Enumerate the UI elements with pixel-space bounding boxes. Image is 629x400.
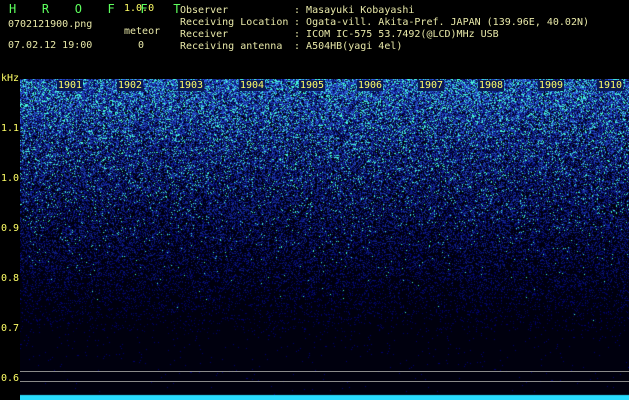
spectrogram-canvas bbox=[20, 79, 629, 400]
receiver-value: ICOM IC-575 53.7492(@LCD)MHz USB bbox=[306, 29, 499, 40]
receiver-key: Receiver bbox=[180, 29, 229, 40]
freq-label-0.8: 0.8 bbox=[1, 273, 20, 284]
reference-line-upper bbox=[20, 371, 629, 372]
meteor-count: 0 bbox=[138, 40, 145, 51]
location-value: Ogata-vill. Akita-Pref. JAPAN (139.96E, … bbox=[306, 17, 590, 28]
antenna-value: A504HB(yagi 4el) bbox=[306, 41, 403, 52]
time-label-1910: 1910 bbox=[597, 80, 624, 91]
freq-label-0.6: 0.6 bbox=[1, 373, 20, 384]
antenna-key: Receiving antenna bbox=[180, 41, 283, 52]
axis-unit: kHz bbox=[1, 73, 20, 84]
time-label-1907: 1907 bbox=[418, 80, 445, 91]
observer-value: Masayuki Kobayashi bbox=[306, 5, 415, 16]
app-version: 1.0.0 bbox=[124, 3, 155, 14]
spectrogram bbox=[20, 79, 629, 400]
freq-label-1.0: 1.0 bbox=[1, 173, 20, 184]
location-key: Receiving Location bbox=[180, 17, 289, 28]
app-title: H R O F F T bbox=[9, 2, 190, 16]
time-label-1908: 1908 bbox=[478, 80, 505, 91]
freq-label-0.9: 0.9 bbox=[1, 223, 20, 234]
meteor-label: meteor bbox=[124, 26, 161, 37]
time-label-1902: 1902 bbox=[117, 80, 144, 91]
freq-label-1.1: 1.1 bbox=[1, 123, 20, 134]
time-label-1904: 1904 bbox=[239, 80, 266, 91]
freq-label-0.7: 0.7 bbox=[1, 323, 20, 334]
time-label-1905: 1905 bbox=[299, 80, 326, 91]
file-datetime: 07.02.12 19:00 bbox=[8, 40, 93, 51]
observer-key: Observer bbox=[180, 5, 229, 16]
reference-line-lower bbox=[20, 381, 629, 382]
time-label-1909: 1909 bbox=[538, 80, 565, 91]
time-label-1903: 1903 bbox=[178, 80, 205, 91]
file-name: 0702121900.png bbox=[8, 19, 93, 30]
time-label-1906: 1906 bbox=[357, 80, 384, 91]
time-label-1901: 1901 bbox=[57, 80, 84, 91]
